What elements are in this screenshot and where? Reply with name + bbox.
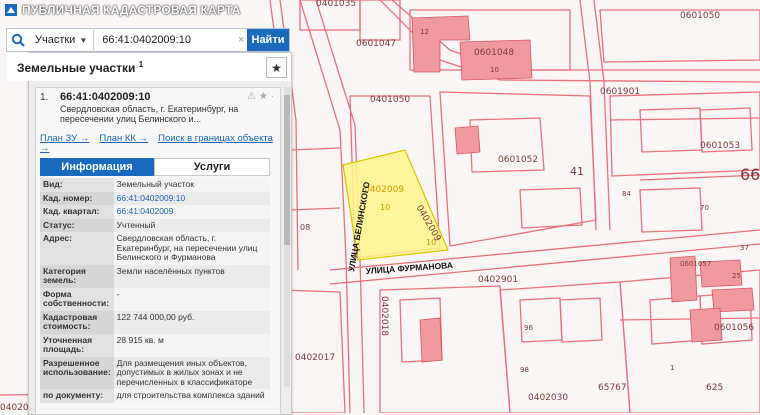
- svg-text:12: 12: [420, 28, 429, 36]
- parcel-card: 1. 66:41:0402009:10 ⚠ ★ · Свердловская о…: [35, 87, 281, 415]
- close-icon: ·: [270, 91, 274, 102]
- svg-text:625: 625: [706, 383, 723, 393]
- address-preview: Свердловская область, г. Екатеринбург, н…: [60, 104, 239, 124]
- table-row: по документу: для строительства комплекса…: [40, 389, 270, 403]
- star-icon: ★: [271, 60, 282, 75]
- svg-text:98: 98: [520, 366, 529, 374]
- tab-services[interactable]: Услуги: [154, 158, 270, 176]
- svg-text:10: 10: [490, 66, 499, 74]
- card-tabs: Информация Услуги: [40, 158, 270, 176]
- table-row: Кад. квартал: 66:41:0402009: [40, 205, 270, 219]
- svg-text:0601050: 0601050: [680, 11, 720, 21]
- svg-text:37: 37: [740, 244, 749, 252]
- table-row: Статус: Учтенный: [40, 218, 270, 232]
- category-select-value: Участки: [35, 34, 76, 46]
- top-bar: ПУБЛИЧНАЯ КАДАСТРОВАЯ КАРТА: [0, 0, 300, 20]
- search-icon[interactable]: [7, 29, 29, 51]
- svg-text:0601057: 0601057: [680, 260, 711, 268]
- chevron-down-icon: ▼: [79, 35, 88, 45]
- cad-number-title[interactable]: 66:41:0402009:10: [60, 91, 151, 103]
- scrollbar-thumb[interactable]: [284, 95, 290, 245]
- svg-text:25: 25: [732, 272, 741, 280]
- svg-text:0601056: 0601056: [714, 323, 754, 333]
- table-row: Разрешенное использование: Для размещения…: [40, 356, 270, 389]
- category-select[interactable]: Участки ▼: [29, 30, 95, 50]
- table-row: Уточненная площадь: 28 915 кв. м: [40, 333, 270, 357]
- svg-text:0402018: 0402018: [379, 296, 389, 336]
- svg-text:0601052: 0601052: [498, 155, 538, 165]
- results-title: Земельные участки 1: [17, 59, 144, 75]
- table-row: Категория земель: Земли населённых пункто…: [40, 264, 270, 288]
- svg-text:0601053: 0601053: [700, 141, 740, 151]
- app-title: ПУБЛИЧНАЯ КАДАСТРОВАЯ КАРТА: [22, 3, 241, 17]
- svg-text:10: 10: [380, 203, 390, 212]
- svg-text:70: 70: [700, 204, 709, 212]
- favorite-star-button[interactable]: ★: [266, 57, 287, 78]
- svg-text:08: 08: [300, 223, 310, 232]
- svg-text:0601047: 0601047: [356, 39, 396, 49]
- svg-text:1: 1: [670, 364, 674, 372]
- tab-info[interactable]: Информация: [40, 158, 154, 176]
- svg-text:0401050: 0401050: [370, 95, 410, 105]
- info-table: Вид: Земельный участок Кад. номер: 66:41:0…: [40, 178, 270, 403]
- table-row: Кадастровая стоимость: 122 744 000,00 руб…: [40, 310, 270, 334]
- search-input[interactable]: [100, 30, 237, 50]
- svg-text:0601048: 0601048: [474, 48, 514, 58]
- panel-scrollbar[interactable]: [284, 87, 290, 387]
- svg-text:0402030: 0402030: [528, 393, 568, 403]
- warning-icon: ⚠: [247, 91, 257, 102]
- svg-text:84: 84: [622, 190, 631, 198]
- table-row: Кад. номер: 66:41:0402009:10: [40, 191, 270, 205]
- svg-text:0402017: 0402017: [295, 353, 335, 363]
- svg-text:0401035: 0401035: [316, 0, 356, 9]
- results-header: Земельные участки 1 ★: [7, 53, 291, 81]
- logo-icon: [5, 4, 17, 16]
- item-number: 1.: [40, 92, 49, 103]
- table-row: Форма собственности: -: [40, 287, 270, 311]
- results-panel: Земельные участки 1 ★ 1. 66:41:0402009:1…: [7, 52, 292, 415]
- table-row: Адрес: Свердловская область, г. Екатеринб…: [40, 232, 270, 265]
- svg-text:66: 66: [740, 165, 760, 184]
- svg-text:0402901: 0402901: [478, 275, 518, 285]
- star-icon: ★: [258, 91, 268, 102]
- svg-text:65767: 65767: [598, 383, 627, 393]
- find-button[interactable]: Найти: [247, 29, 289, 51]
- table-row: Вид: Земельный участок: [40, 178, 270, 192]
- svg-text:0601901: 0601901: [600, 87, 640, 97]
- card-links: План ЗУ → План КК → Поиск в границах объек…: [40, 134, 280, 154]
- clear-icon[interactable]: ×: [236, 34, 246, 46]
- link-plan-kk[interactable]: План КК →: [99, 133, 148, 144]
- svg-text:41: 41: [570, 165, 584, 178]
- search-bar: Участки ▼ × Найти: [6, 28, 290, 52]
- card-action-icons[interactable]: ⚠ ★ ·: [247, 91, 274, 102]
- svg-text:96: 96: [524, 324, 533, 332]
